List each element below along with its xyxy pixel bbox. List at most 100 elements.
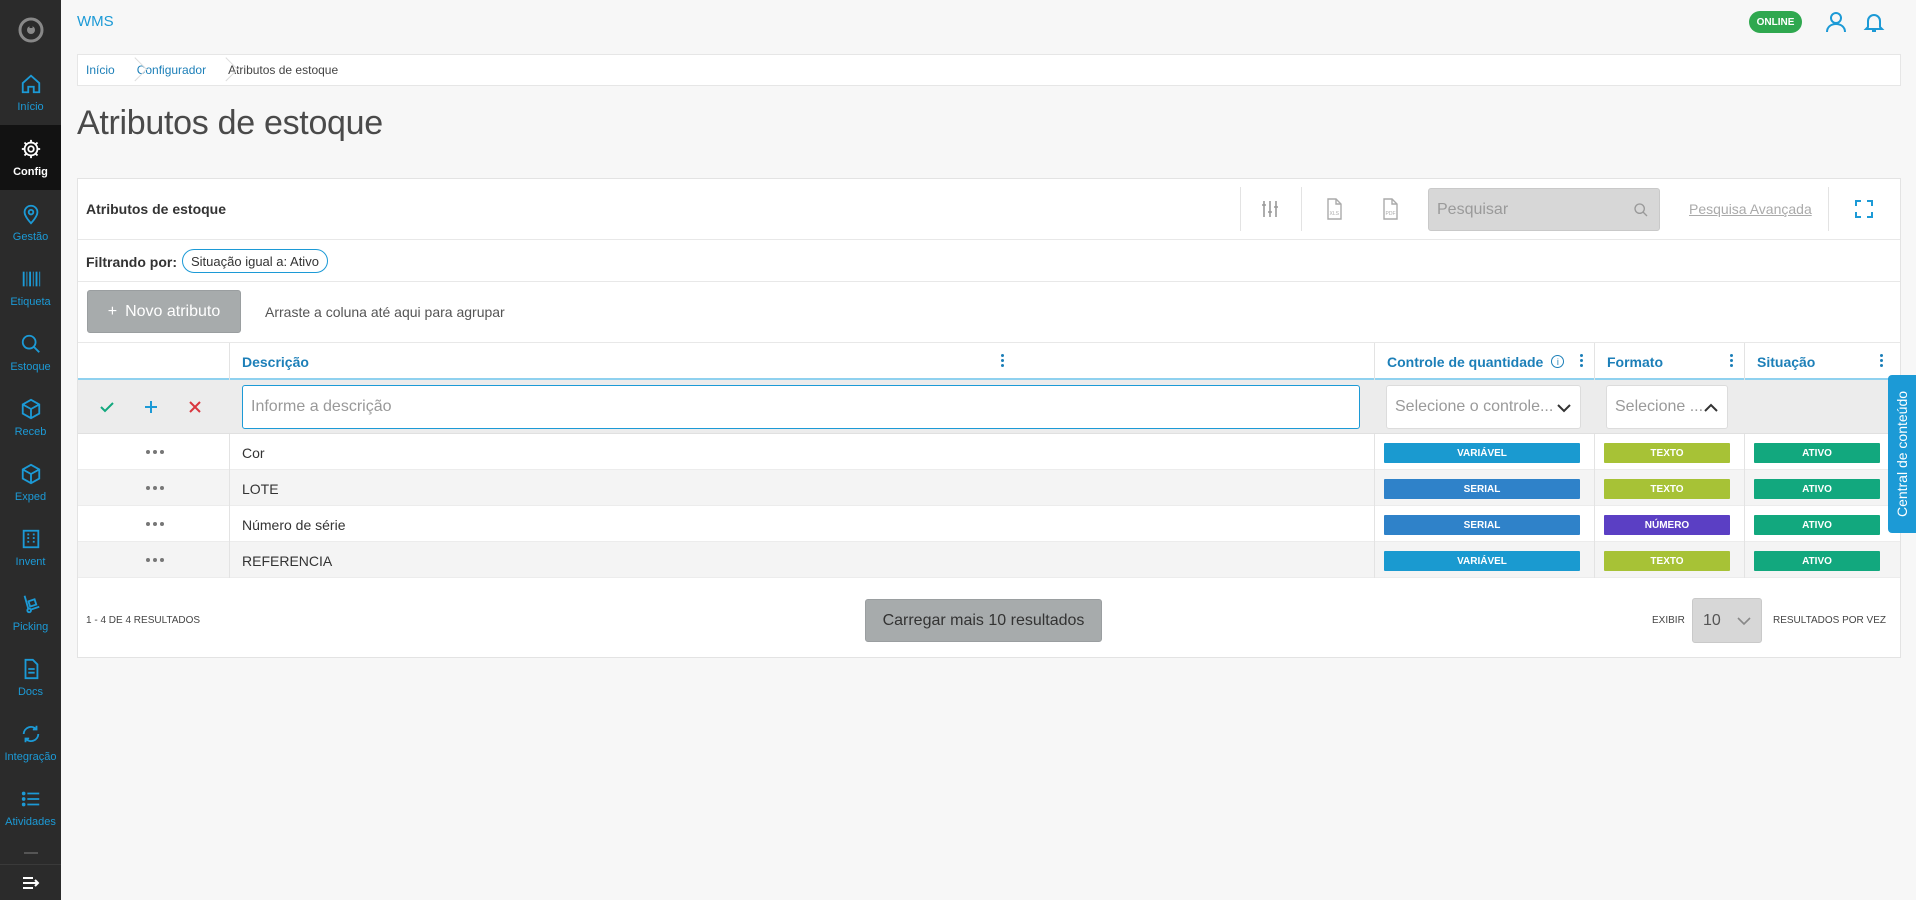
- column-header-descricao[interactable]: Descrição: [229, 343, 1015, 380]
- export-xls-icon[interactable]: XLS: [1322, 197, 1346, 221]
- top-bar: WMS ONLINE: [61, 0, 1916, 44]
- fullscreen-icon[interactable]: [1852, 197, 1876, 221]
- sidebar-item-label: Exped: [14, 490, 47, 503]
- column-menu-icon[interactable]: [1001, 354, 1005, 369]
- group-drop-zone[interactable]: Arraste a coluna até aqui para agrupar: [265, 304, 505, 320]
- filter-row: Filtrando por: Situação igual a: Ativo: [78, 240, 1900, 282]
- column-header-formato[interactable]: Formato: [1594, 343, 1744, 380]
- sidebar-item-label: Receb: [14, 425, 47, 438]
- chevron-down-icon: [1557, 404, 1571, 413]
- sidebar-item-docs[interactable]: Docs: [0, 645, 61, 710]
- breadcrumb-current: Atributos de estoque: [228, 63, 339, 77]
- row-actions-icon[interactable]: [146, 558, 164, 562]
- sidebar-item-label: Gestão: [12, 230, 49, 243]
- map-pin-icon: [23, 204, 38, 224]
- sidebar-item-gestao[interactable]: Gestão: [0, 190, 61, 255]
- table-row[interactable]: REFERENCIA VARIÁVEL TEXTO ATIVO: [78, 542, 1900, 578]
- filter-chip[interactable]: Situação igual a: Ativo: [182, 249, 328, 273]
- gear-icon: [21, 139, 40, 158]
- row-actions-icon[interactable]: [146, 450, 164, 454]
- page-size-select[interactable]: 10: [1692, 598, 1762, 643]
- close-icon[interactable]: [187, 399, 203, 415]
- plus-icon: +: [107, 302, 118, 320]
- sidebar-item-config[interactable]: Config: [0, 125, 61, 190]
- sidebar-item-etiqueta[interactable]: Etiqueta: [0, 255, 61, 320]
- collapse-menu-icon: [22, 876, 39, 889]
- sidebar-item-exped[interactable]: Exped: [0, 450, 61, 515]
- format-select[interactable]: Selecione ...: [1606, 385, 1728, 429]
- cell-descricao: Cor: [242, 445, 265, 461]
- format-select-placeholder: Selecione ...: [1615, 398, 1704, 415]
- sidebar-item-inicio[interactable]: Início: [0, 60, 61, 125]
- toolbar-divider: [1301, 187, 1302, 231]
- status-badge: ATIVO: [1754, 515, 1880, 535]
- column-header-situacao[interactable]: Situação: [1744, 343, 1894, 380]
- document-icon: [24, 658, 38, 679]
- search-input[interactable]: [1437, 201, 1617, 219]
- breadcrumb: Início Configurador Atributos de estoque: [77, 54, 1901, 86]
- format-badge: TEXTO: [1604, 443, 1730, 463]
- user-icon[interactable]: [1824, 10, 1848, 34]
- cell-descricao: Número de série: [242, 517, 346, 533]
- list-icon: [21, 791, 39, 806]
- app-title[interactable]: WMS: [77, 13, 114, 30]
- sidebar-item-receb[interactable]: Receb: [0, 385, 61, 450]
- control-badge: SERIAL: [1384, 479, 1580, 499]
- breadcrumb-separator: [121, 54, 131, 86]
- status-badge: ATIVO: [1754, 551, 1880, 571]
- row-actions-icon[interactable]: [146, 522, 164, 526]
- column-menu-icon[interactable]: [1580, 354, 1584, 369]
- sidebar-item-picking[interactable]: Picking: [0, 580, 61, 645]
- control-badge: SERIAL: [1384, 515, 1580, 535]
- status-badge: ATIVO: [1754, 479, 1880, 499]
- sidebar-item-atividades[interactable]: Atividades: [0, 775, 61, 840]
- column-header-label: Descrição: [242, 353, 309, 370]
- table-row[interactable]: Cor VARIÁVEL TEXTO ATIVO: [78, 434, 1900, 470]
- info-icon[interactable]: i: [1551, 355, 1565, 368]
- format-badge: TEXTO: [1604, 479, 1730, 499]
- per-page-label: RESULTADOS POR VEZ: [1773, 615, 1886, 626]
- status-badge: ONLINE: [1749, 11, 1802, 33]
- column-settings-icon[interactable]: [1258, 197, 1282, 221]
- column-header-label: Controle de quantidade: [1387, 353, 1544, 370]
- sidebar-item-invent[interactable]: Invent: [0, 515, 61, 580]
- load-more-button[interactable]: Carregar mais 10 resultados: [865, 599, 1102, 642]
- new-attribute-button[interactable]: + Novo atributo: [87, 290, 241, 333]
- column-header-controle[interactable]: Controle de quantidade i: [1374, 343, 1594, 380]
- app-logo[interactable]: [0, 0, 61, 60]
- format-badge: NÚMERO: [1604, 515, 1730, 535]
- control-select-placeholder: Selecione o controle...: [1395, 398, 1554, 415]
- sidebar-item-estoque[interactable]: Estoque: [0, 320, 61, 385]
- breadcrumb-configurador[interactable]: Configurador: [137, 63, 206, 77]
- sidebar-toggle-button[interactable]: [0, 864, 61, 900]
- sidebar-item-label: Atividades: [5, 815, 56, 828]
- column-menu-icon[interactable]: [1880, 354, 1884, 369]
- description-input[interactable]: Informe a descrição: [242, 385, 1360, 429]
- sidebar-scroll-indicator: [24, 852, 38, 854]
- control-select[interactable]: Selecione o controle...: [1386, 385, 1581, 429]
- breadcrumb-separator: [212, 54, 222, 86]
- status-badge: ATIVO: [1754, 443, 1880, 463]
- content-center-tab[interactable]: Central de conteúdo: [1888, 375, 1916, 533]
- new-attribute-label: Novo atributo: [125, 302, 221, 320]
- search-box[interactable]: [1428, 188, 1660, 231]
- export-pdf-icon[interactable]: PDF: [1378, 197, 1402, 221]
- column-menu-icon[interactable]: [1730, 354, 1734, 369]
- breadcrumb-inicio[interactable]: Início: [86, 63, 115, 77]
- check-icon[interactable]: [99, 399, 115, 415]
- table-row[interactable]: LOTE SERIAL TEXTO ATIVO: [78, 470, 1900, 506]
- sidebar-item-integracao[interactable]: Integração: [0, 710, 61, 775]
- bell-icon[interactable]: [1862, 10, 1886, 34]
- plus-icon[interactable]: [143, 399, 159, 415]
- sidebar-item-label: Picking: [12, 620, 49, 633]
- column-header-label: Formato: [1607, 353, 1663, 370]
- results-count: 1 - 4 DE 4 RESULTADOS: [86, 615, 201, 626]
- row-actions-icon[interactable]: [146, 486, 164, 490]
- box-icon: [21, 398, 40, 419]
- search-icon[interactable]: [1633, 202, 1649, 218]
- advanced-search-link[interactable]: Pesquisa Avançada: [1689, 201, 1812, 217]
- toolbar-divider: [1240, 187, 1241, 231]
- box-icon: [21, 463, 40, 484]
- table-row[interactable]: Número de série SERIAL NÚMERO ATIVO: [78, 506, 1900, 542]
- sidebar-item-label: Início: [17, 100, 44, 113]
